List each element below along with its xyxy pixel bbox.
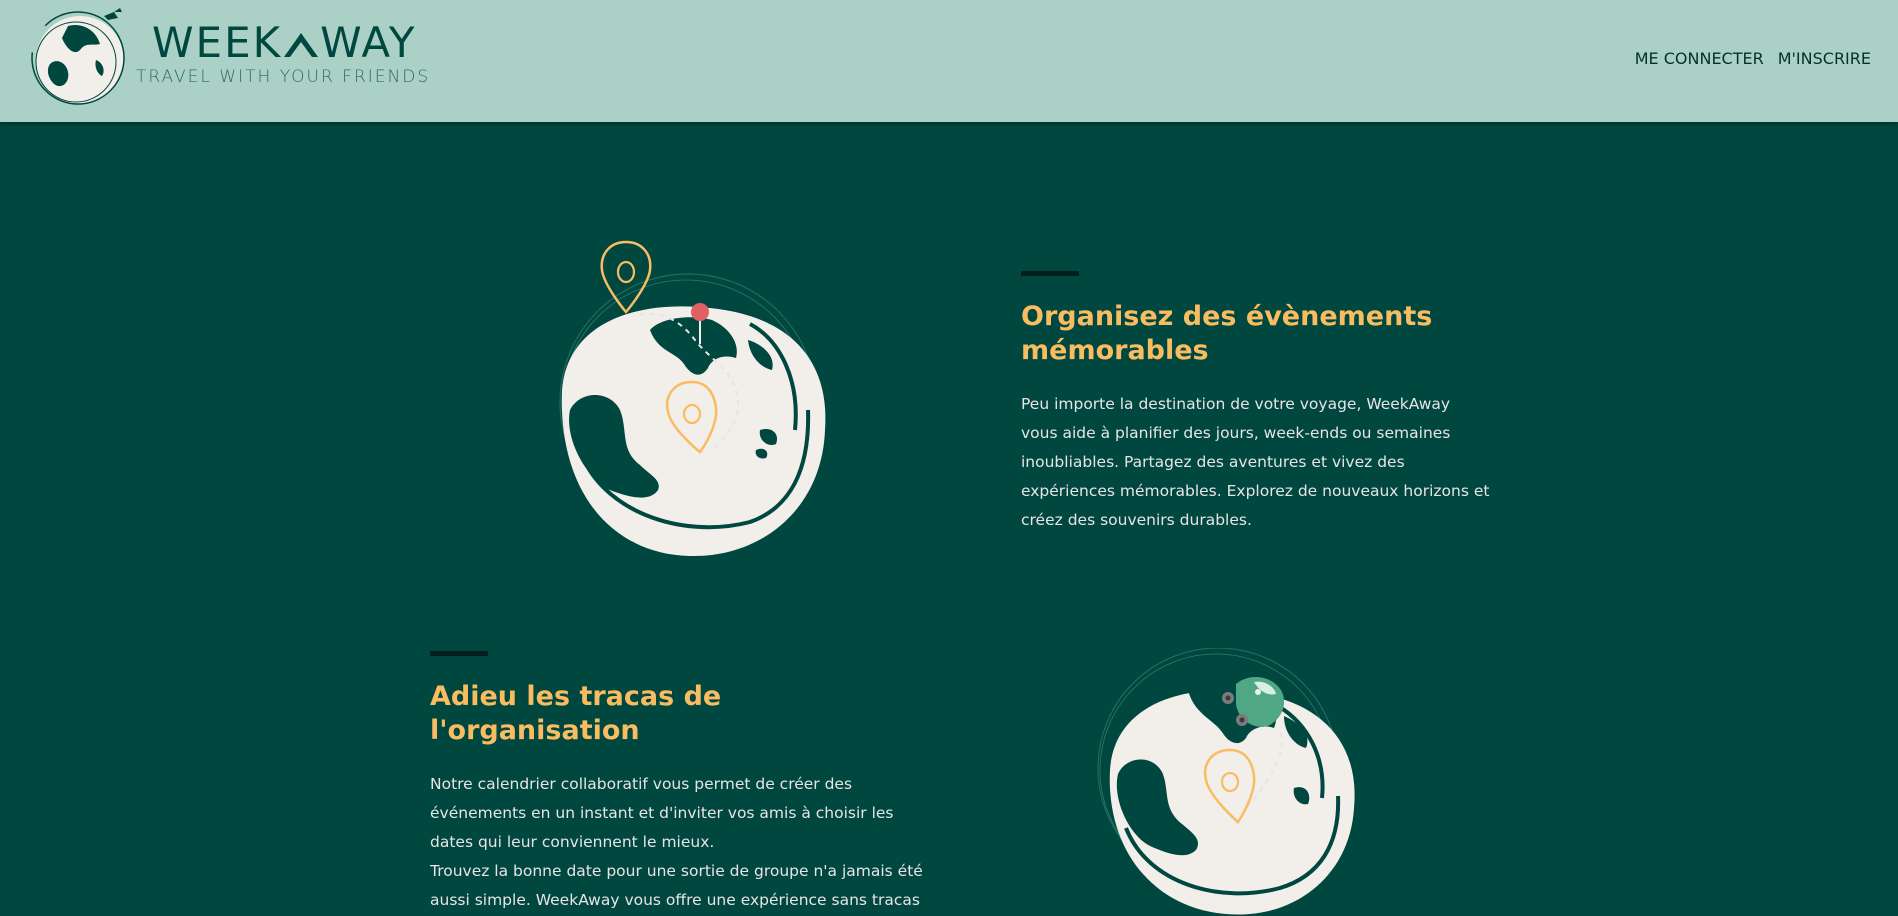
section-divider (430, 651, 488, 656)
feature-title: Adieu les tracas de l'organisation (430, 681, 722, 746)
brand-tagline: TRAVEL WITH YOUR FRIENDS (136, 67, 431, 87)
mountain-peak-icon (284, 33, 319, 57)
globe-map-pins-illustration-icon (559, 240, 826, 557)
site-header: WEEK WAY TRAVEL WITH YOUR FRIENDS ME CONN… (0, 0, 1898, 122)
section-divider (1021, 271, 1079, 276)
signup-link[interactable]: M'INSCRIRE (1778, 49, 1871, 68)
brand-name-right: WAY (320, 18, 417, 67)
globe-airplane-logo-icon[interactable] (22, 4, 134, 108)
header-nav: ME CONNECTER M'INSCRIRE (1635, 49, 1871, 68)
brand-name[interactable]: WEEK WAY (152, 18, 417, 67)
feature-description: Peu importe la destination de votre voya… (1021, 395, 1490, 529)
feature-no-hassle: Adieu les tracas de l'organisation Notre… (430, 651, 930, 915)
globe-car-illustration-icon (1097, 648, 1355, 915)
feature-organize: Organisez des évènements mémorables Peu … (1021, 271, 1491, 535)
feature-description: Notre calendrier collaboratif vous perme… (430, 775, 923, 909)
brand-name-left: WEEK (152, 18, 283, 67)
feature-title: Organisez des évènements mémorables (1021, 301, 1433, 366)
login-link[interactable]: ME CONNECTER (1635, 49, 1764, 68)
